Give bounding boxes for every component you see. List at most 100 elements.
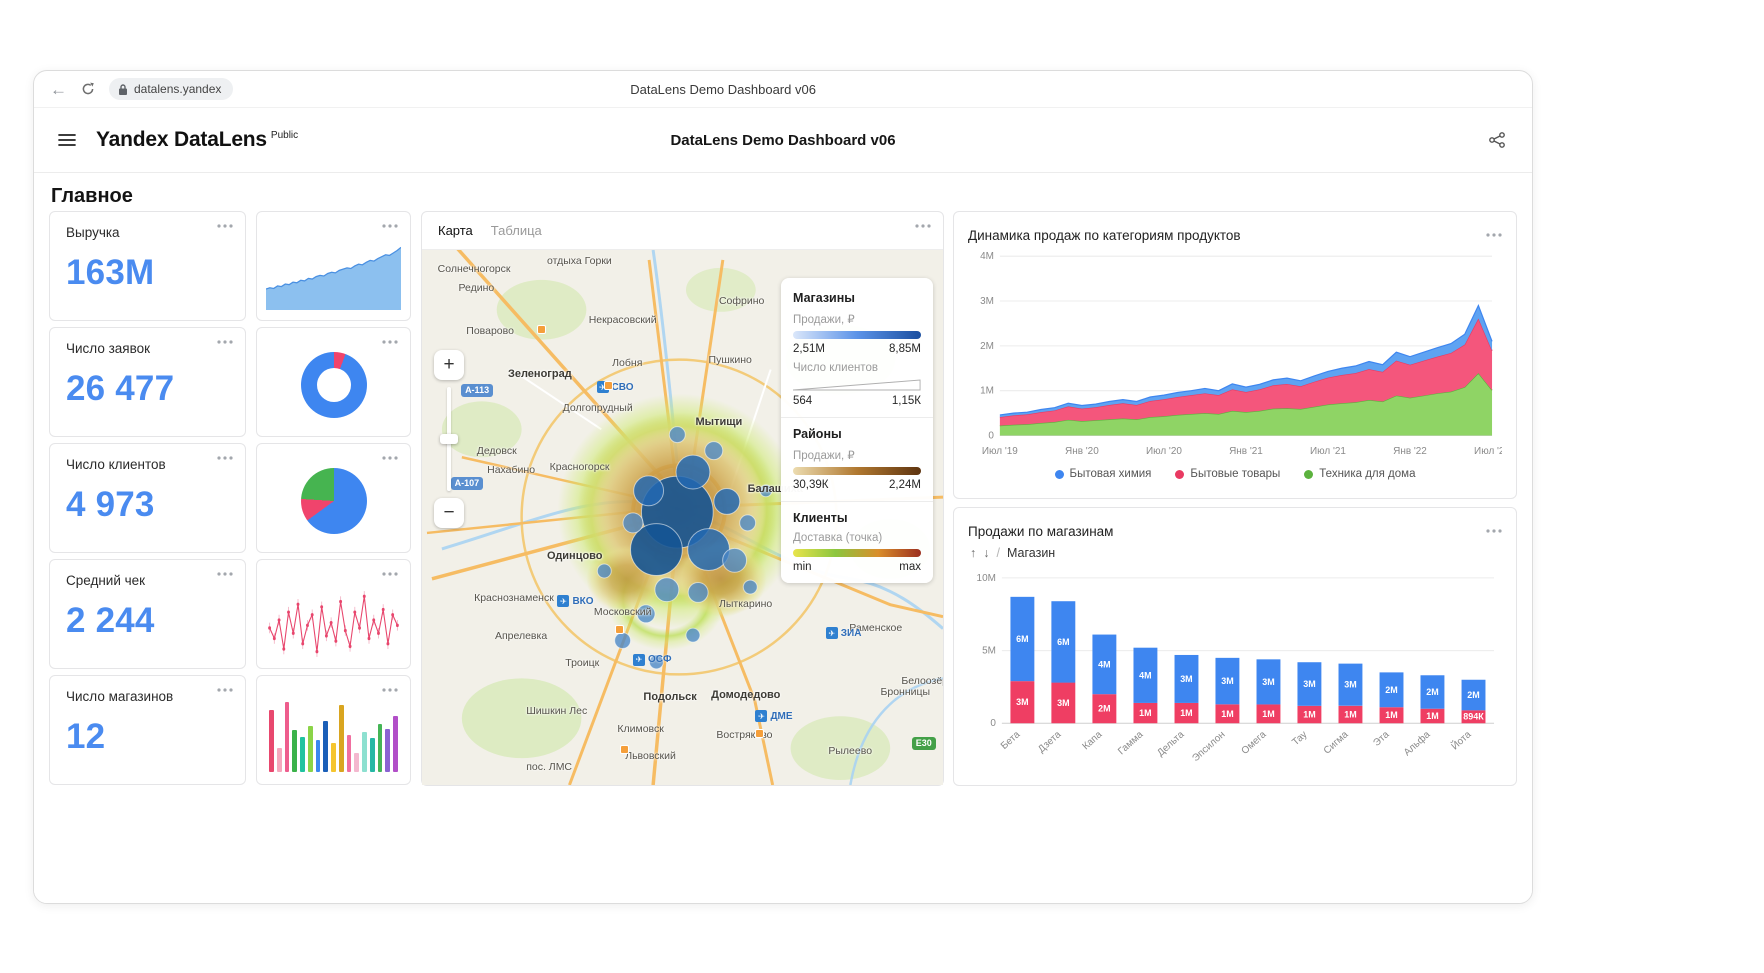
map-town-label: Мытищи [696, 416, 743, 428]
tab-main[interactable]: Главное [51, 185, 133, 208]
svg-text:3М: 3М [1303, 679, 1315, 689]
widget-menu-icon[interactable] [217, 340, 233, 344]
svg-text:Альфа: Альфа [1402, 729, 1433, 758]
zoom-slider-handle[interactable] [440, 434, 458, 444]
svg-text:0: 0 [990, 718, 996, 729]
rail-station-icon [755, 729, 764, 738]
mini-bar [378, 724, 383, 772]
widget-menu-icon[interactable] [382, 224, 398, 228]
road-number-badge: А-113 [461, 384, 493, 397]
airport-code: СВО [612, 382, 634, 393]
rail-station-icon [604, 381, 613, 390]
map-town-label: Апрелевка [495, 630, 547, 642]
legend-min: 564 [793, 395, 812, 407]
widget-menu-icon[interactable] [382, 340, 398, 344]
zoom-out-button[interactable]: − [434, 498, 464, 528]
svg-text:2М: 2М [1098, 704, 1110, 714]
donut-hole [317, 368, 351, 402]
kpi-value: 163М [66, 253, 229, 293]
kpi-value: 2 244 [66, 601, 229, 641]
map-canvas[interactable]: Солнечногорскотдыха ГоркиРединоПоваровоН… [422, 250, 943, 785]
airport-code: ЗИА [841, 628, 862, 639]
zoom-slider[interactable] [447, 387, 451, 491]
widget-menu-icon[interactable] [382, 456, 398, 460]
sort-asc-icon[interactable]: ↑ [970, 546, 976, 560]
tab-table[interactable]: Таблица [491, 223, 542, 238]
svg-text:3М: 3М [1180, 674, 1192, 684]
legend-max: 8,85М [889, 343, 921, 355]
menu-icon[interactable] [58, 133, 76, 147]
map-town-label: Солнечногорск [438, 263, 511, 275]
map-town-label: Лобня [612, 357, 642, 369]
map-town-label: пос. ЛМС [526, 761, 572, 773]
svg-text:2М: 2М [1426, 687, 1438, 697]
svg-text:10M: 10M [977, 573, 996, 584]
map-town-label: Троицк [565, 657, 599, 669]
zoom-in-button[interactable]: + [434, 350, 464, 380]
widget-header: Динамика продаж по категориям продуктов [968, 224, 1502, 246]
mini-bar [323, 721, 328, 772]
widget-title: Динамика продаж по категориям продуктов [968, 228, 1241, 243]
widget-menu-icon[interactable] [1486, 529, 1502, 533]
map-town-label: Редино [458, 282, 494, 294]
map-town-label: Шишкин Лес [526, 705, 587, 717]
svg-text:Янв '22: Янв '22 [1393, 446, 1427, 457]
share-icon[interactable] [1488, 131, 1506, 149]
back-button[interactable]: ← [50, 81, 67, 98]
mini-bar [393, 716, 398, 772]
svg-text:3М: 3М [1344, 680, 1356, 690]
airport-code: ДМЕ [770, 711, 792, 722]
map-town-label: отдыха Горки [547, 255, 612, 267]
divider [781, 417, 933, 418]
map-town-label: Красногорск [550, 461, 610, 473]
widget-menu-icon[interactable] [1486, 233, 1502, 237]
svg-text:1М: 1М [1385, 710, 1397, 720]
sales-by-store-chart: 05M10M3М6МБета3М6МДзета2М4МКапа1М4МГамма… [968, 564, 1502, 773]
divider [781, 501, 933, 502]
svg-text:Бета: Бета [999, 729, 1023, 752]
svg-text:4М: 4М [1139, 670, 1151, 680]
svg-text:1М: 1М [1139, 708, 1151, 718]
svg-text:3М: 3М [1221, 676, 1233, 686]
sort-desc-icon[interactable]: ↓ [983, 546, 989, 560]
airport-marker: ✈ВКО [557, 595, 593, 607]
widget-menu-icon[interactable] [217, 224, 233, 228]
legend-min: 30,39К [793, 479, 828, 491]
address-bar[interactable]: datalens.yandex [109, 78, 233, 100]
kpi-card-stores: Число магазинов 12 [49, 675, 246, 785]
map-zoom-controls: + − [434, 350, 464, 528]
browser-window: ← datalens.yandex DataLens Demo Dashboar… [33, 70, 1533, 904]
airplane-icon: ✈ [826, 627, 838, 639]
svg-text:0: 0 [988, 430, 994, 441]
tab-map[interactable]: Карта [438, 223, 473, 238]
map-town-label: Московский [594, 606, 652, 618]
widget-menu-icon[interactable] [217, 688, 233, 692]
map-town-label: Бронницы [880, 686, 930, 698]
mini-bar [354, 753, 359, 772]
svg-text:2М: 2М [1385, 685, 1397, 695]
map-town-label: Белоозёрский [901, 675, 943, 687]
sort-field-label[interactable]: Магазин [1007, 546, 1055, 560]
svg-text:Эта: Эта [1371, 729, 1391, 749]
map-town-label: Поварово [466, 325, 514, 337]
url-text: datalens.yandex [134, 82, 221, 96]
bar-card-stores [256, 675, 411, 785]
widget-menu-icon[interactable] [217, 572, 233, 576]
revenue-sparkline-chart [266, 242, 401, 310]
widget-menu-icon[interactable] [915, 224, 931, 228]
requests-donut-chart [301, 352, 367, 418]
legend-section-title: Районы [793, 427, 921, 441]
legend-item[interactable]: Техника для дома [1304, 468, 1415, 480]
svg-text:Янв '21: Янв '21 [1229, 446, 1263, 457]
mini-bar [362, 732, 367, 772]
reload-button[interactable] [81, 82, 95, 96]
map-widget-tabs: Карта Таблица [422, 212, 943, 250]
mini-bar [316, 740, 321, 772]
legend-item[interactable]: Бытовая химия [1055, 468, 1152, 480]
app-logo[interactable]: Yandex DataLens Public [96, 128, 298, 152]
legend-item[interactable]: Бытовые товары [1175, 468, 1280, 480]
widget-menu-icon[interactable] [217, 456, 233, 460]
widget-menu-icon[interactable] [382, 572, 398, 576]
clients-pie-chart [301, 468, 367, 534]
svg-text:2M: 2M [980, 341, 994, 352]
